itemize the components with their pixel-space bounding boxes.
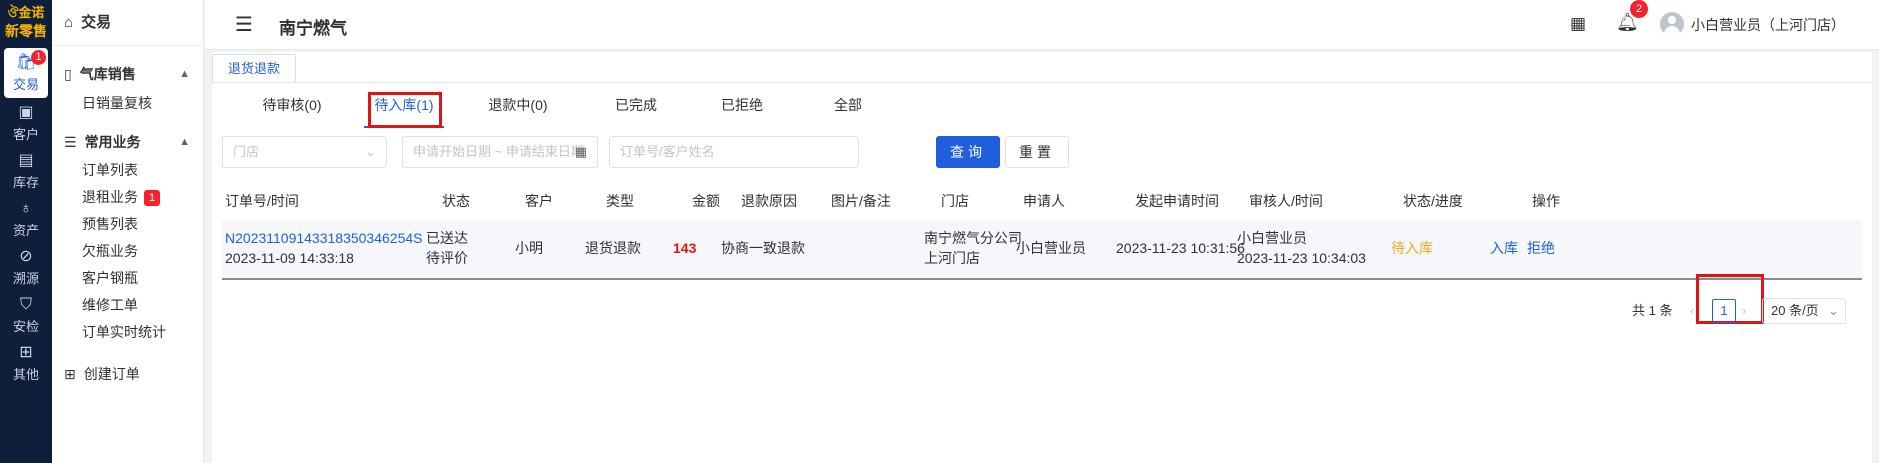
rail-badge: 1 — [31, 50, 46, 65]
progress-cell: 待入库 — [1391, 240, 1433, 256]
applicant-cell: 小白营业员 — [1016, 240, 1086, 256]
th-order: 订单号/时间 — [225, 193, 299, 209]
menu-item-customer-cylinders[interactable]: 客户钢瓶 — [82, 265, 202, 291]
status-tabs: 待审核(0) 待入库(1) 退款中(0) 已完成 已拒绝 全部 — [212, 84, 1872, 128]
menu-item-repair-orders[interactable]: 维修工单 — [82, 292, 202, 318]
customer-cell: 小明 — [515, 240, 543, 256]
rail-item-safety[interactable]: ⛉ 安检 — [4, 290, 48, 340]
menu-item-presale[interactable]: 预售列表 — [82, 211, 202, 237]
compass-icon: ⊘ — [19, 248, 33, 265]
menu-group-common[interactable]: ☰ 常用业务 ▲ — [52, 128, 204, 156]
avatar[interactable] — [1660, 12, 1684, 36]
status-cell: 已送达 待评价 — [426, 230, 468, 266]
th-amount: 金额 — [692, 193, 720, 209]
list-icon: ▤ — [18, 152, 34, 169]
th-customer: 客户 — [525, 193, 553, 209]
tab-all[interactable]: 全部 — [818, 84, 878, 128]
type-cell: 退货退款 — [585, 240, 641, 256]
th-reviewer: 审核人/时间 — [1249, 193, 1323, 209]
date-range-picker[interactable]: 申请开始日期 ~ 申请结束日期 ▦ — [402, 136, 598, 168]
top-header: ☰ 南宁燃气 ▦ 🔔︎ 2 小白营业员（上河门店） — [205, 0, 1879, 50]
rail-item-other[interactable]: ⊞ 其他 — [4, 338, 48, 388]
plus-square-icon: ⊞ — [64, 366, 76, 382]
th-applicant: 申请人 — [1023, 193, 1065, 209]
pager-total: 共 1 条 — [1632, 303, 1673, 318]
notification-badge: 2 — [1630, 0, 1648, 18]
location-pin-icon: ♁ — [20, 200, 32, 217]
main-content: 退货退款 待审核(0) 待入库(1) 退款中(0) 已完成 已拒绝 全部 门店 … — [212, 52, 1872, 463]
amount-cell: 143 — [673, 240, 697, 256]
menu-group-gas-sales[interactable]: ▯ 气库销售 ▲ — [52, 60, 204, 88]
tab-completed[interactable]: 已完成 — [606, 84, 666, 128]
menu-item-owed-bottles[interactable]: 欠瓶业务 — [82, 238, 202, 264]
reviewer-cell: 小白营业员 2023-11-23 10:34:03 — [1237, 230, 1366, 266]
rail-item-customer[interactable]: ▣ 客户 — [4, 98, 48, 148]
document-icon: ▯ — [64, 66, 72, 82]
tab-refunding[interactable]: 退款中(0) — [478, 84, 558, 128]
th-status: 状态 — [442, 193, 470, 209]
tab-return-refund[interactable]: 退货退款 — [212, 54, 297, 82]
store-cell: 南宁燃气分公司 上河门店 — [924, 230, 1022, 266]
th-type: 类型 — [606, 193, 634, 209]
tab-pending-review[interactable]: 待审核(0) — [252, 84, 332, 128]
brand-logo: ঔ金诺 新零售 — [5, 5, 47, 39]
menu-toggle-icon[interactable]: ☰ — [235, 15, 253, 35]
table-header: 订单号/时间 状态 客户 类型 金额 退款原因 图片/备注 门店 申请人 发起申… — [222, 183, 1862, 219]
menu-item-order-list[interactable]: 订单列表 — [82, 157, 202, 183]
th-reason: 退款原因 — [741, 193, 797, 209]
th-progress: 状态/进度 — [1403, 193, 1463, 209]
reset-button[interactable]: 重置 — [1005, 136, 1069, 168]
shield-icon: ⛉ — [19, 296, 32, 313]
chevron-down-icon: ⌄ — [365, 144, 376, 159]
menu-item-daily-review[interactable]: 日销量复核 — [82, 90, 202, 116]
rail-item-trade[interactable]: 🛍 交易 1 — [4, 48, 48, 98]
page-number[interactable]: 1 — [1712, 299, 1736, 323]
menu-create-order[interactable]: ⊞ 创建订单 — [52, 360, 204, 388]
user-name[interactable]: 小白营业员（上河门店） — [1691, 15, 1845, 35]
reason-cell: 协商一致退款 — [721, 240, 805, 256]
list-icon: ☰ — [64, 134, 77, 150]
table-row: N20231109143318350346254S 2023-11-09 14:… — [222, 220, 1862, 280]
menu-badge: 1 — [144, 190, 160, 206]
calendar-icon: ▦ — [574, 144, 587, 159]
next-page-icon[interactable]: › — [1742, 299, 1746, 323]
order-search-input[interactable]: 订单号/客户姓名 — [609, 136, 859, 168]
left-rail: ঔ金诺 新零售 🛍 交易 1 ▣ 客户 ▤ 库存 ♁ 资产 ⊘ 溯源 ⛉ 安检 … — [0, 0, 52, 463]
th-actions: 操作 — [1532, 193, 1560, 209]
apply-time-cell: 2023-11-23 10:31:56 — [1116, 240, 1245, 256]
id-card-icon: ▣ — [18, 104, 34, 121]
order-number-link[interactable]: N20231109143318350346254S — [225, 228, 423, 248]
rail-item-assets[interactable]: ♁ 资产 — [4, 194, 48, 244]
chevron-up-icon: ▲ — [179, 136, 190, 148]
prev-page-icon[interactable]: ‹ — [1690, 299, 1694, 323]
stock-in-link[interactable]: 入库 — [1490, 238, 1518, 258]
highlight-box-tab — [368, 92, 442, 128]
shopping-bag-icon: ⌂ — [64, 14, 74, 31]
tab-rejected[interactable]: 已拒绝 — [712, 84, 772, 128]
page-title: 南宁燃气 — [279, 19, 347, 38]
rail-item-trace[interactable]: ⊘ 溯源 — [4, 242, 48, 292]
order-time: 2023-11-09 14:33:18 — [225, 250, 354, 266]
order-cell: N20231109143318350346254S 2023-11-09 14:… — [225, 228, 423, 268]
menu-item-realtime-stats[interactable]: 订单实时统计 — [82, 319, 202, 345]
side-menu: ⌂ 交易 ▯ 气库销售 ▲ 日销量复核 ☰ 常用业务 ▲ 订单列表 退租业务 1 预售列… — [52, 0, 204, 463]
qr-code-icon[interactable]: ▦ — [1570, 14, 1586, 34]
chevron-down-icon: ⌄ — [1828, 303, 1839, 318]
menu-top: ⌂ 交易 — [52, 0, 203, 46]
store-select[interactable]: 门店 ⌄ — [222, 136, 387, 168]
th-store: 门店 — [941, 193, 969, 209]
page-size-select[interactable]: 20 条/页 ⌄ — [1762, 298, 1846, 324]
rail-item-inventory[interactable]: ▤ 库存 — [4, 146, 48, 196]
grid-icon: ⊞ — [19, 344, 33, 361]
th-apply-time: 发起申请时间 — [1135, 193, 1219, 209]
query-button[interactable]: 查询 — [936, 136, 1000, 168]
reject-link[interactable]: 拒绝 — [1527, 238, 1555, 258]
menu-item-return-rent[interactable]: 退租业务 1 — [82, 184, 202, 210]
chevron-up-icon: ▲ — [179, 68, 190, 80]
th-remark: 图片/备注 — [831, 193, 891, 209]
